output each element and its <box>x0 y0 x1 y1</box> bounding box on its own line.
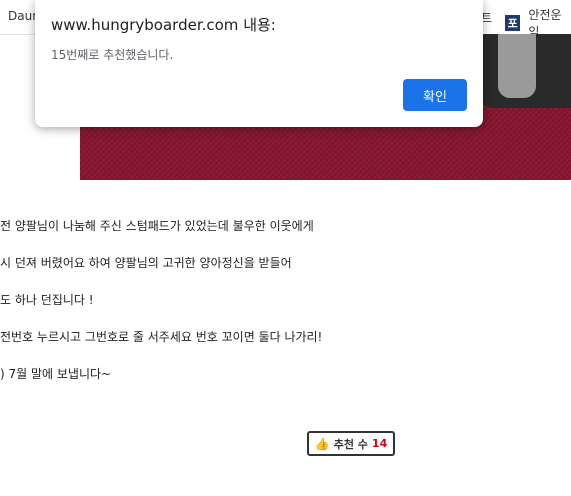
ok-button[interactable]: 확인 <box>403 79 467 111</box>
alert-dialog: www.hungryboarder.com 내용: 15번째로 추천했습니다. … <box>35 0 483 127</box>
recommend-button[interactable]: 👍 추천 수 14 <box>307 431 395 456</box>
recommend-label: 추천 수 <box>333 437 368 451</box>
recommend-count: 14 <box>371 437 388 450</box>
bookmark-favicon-icon: 포 <box>505 15 521 31</box>
article-body: 전 양팔님이 나눔해 주신 스텀패드가 있었는데 불우한 이웃에게 시 던져 버… <box>0 218 322 403</box>
article-line: 전번호 누르시고 그번호로 줄 서주세요 번호 꼬이면 둘다 나가리! <box>0 330 323 344</box>
dialog-title: www.hungryboarder.com 내용: <box>51 16 276 34</box>
article-line: 도 하나 던집니다 ! <box>0 293 94 307</box>
article-line: ) 7월 말에 보냅니다~ <box>0 367 112 381</box>
article-line: 시 던져 버렸어요 하여 양팔님의 고귀한 양아정신을 받들어 <box>0 256 292 270</box>
dialog-message: 15번째로 추천했습니다. <box>51 48 174 62</box>
thumbs-up-icon: 👍 <box>314 436 330 451</box>
image-object-highlight <box>498 34 536 98</box>
article-line: 전 양팔님이 나눔해 주신 스텀패드가 있었는데 불우한 이웃에게 <box>0 219 314 233</box>
